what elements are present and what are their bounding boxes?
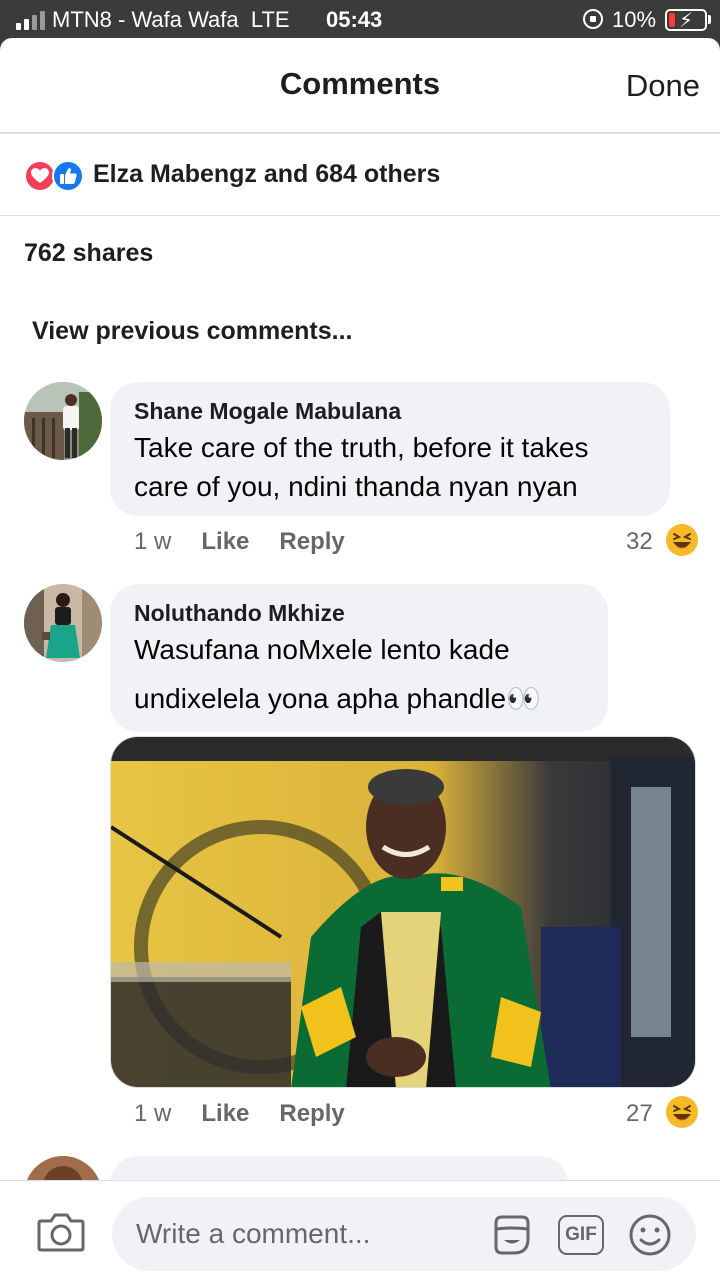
avatar[interactable]: [24, 584, 102, 662]
reaction-count[interactable]: 32: [626, 528, 653, 556]
like-button[interactable]: Like: [201, 1100, 249, 1127]
shares-count[interactable]: 762 shares: [24, 239, 153, 268]
comment-author[interactable]: Shane Mogale Mabulana: [134, 398, 401, 425]
comment-photo[interactable]: [110, 736, 696, 1088]
comment-bubble: Noluthando Mkhize Wasufana noMxele lento…: [110, 584, 608, 732]
comment-text: undixelela yona apha phandle👀: [134, 683, 541, 714]
comment-time: 1 w: [134, 528, 172, 555]
comment-text: Take care of the truth, before it takes: [134, 432, 589, 463]
comments-sheet: Comments Done Elza Mabengz and 684 other…: [0, 38, 720, 1280]
status-bar: MTN8 - Wafa Wafa LTE 05:43 10% ⚡: [0, 0, 720, 40]
reply-button[interactable]: Reply: [279, 528, 344, 555]
laughing-emoji-icon: [666, 524, 698, 556]
reactions-summary[interactable]: Elza Mabengz and 684 others: [0, 136, 720, 216]
like-icon: [52, 160, 84, 192]
comment-actions: 1 w Like Reply: [134, 1100, 345, 1128]
like-button[interactable]: Like: [201, 528, 249, 555]
emoji-icon[interactable]: [628, 1213, 672, 1257]
done-button[interactable]: Done: [626, 68, 700, 104]
reply-button[interactable]: Reply: [279, 1100, 344, 1127]
signal-strength-icon: [16, 10, 45, 30]
reaction-count[interactable]: 27: [626, 1100, 653, 1128]
clock: 05:43: [326, 7, 383, 32]
page-title: Comments: [279, 66, 441, 101]
reactions-summary-text: Elza Mabengz and 684 others: [93, 160, 441, 188]
carrier-label: MTN8 - Wafa Wafa LTE: [52, 7, 290, 32]
comment-bubble: Shane Mogale Mabulana Take care of the t…: [110, 382, 670, 516]
comment-composer: Write a comment... GIF: [0, 1180, 720, 1280]
avatar[interactable]: [24, 382, 102, 460]
camera-icon[interactable]: [37, 1212, 85, 1252]
rotation-lock-icon: [583, 9, 603, 29]
battery-icon: ⚡: [665, 9, 707, 32]
laughing-emoji-icon: [666, 1096, 698, 1128]
battery-percent: 10%: [612, 7, 657, 32]
comment-actions: 1 w Like Reply: [134, 528, 345, 556]
comment-text: care of you, ndini thanda nyan nyan: [134, 471, 578, 502]
comment-input[interactable]: Write a comment... GIF: [112, 1197, 696, 1271]
header: Comments Done: [0, 38, 720, 134]
comment-input-placeholder: Write a comment...: [136, 1218, 371, 1249]
comment-author[interactable]: Noluthando Mkhize: [134, 600, 345, 627]
comment-text: Wasufana noMxele lento kade: [134, 634, 510, 665]
comment-time: 1 w: [134, 1100, 172, 1127]
sticker-icon[interactable]: [490, 1213, 534, 1257]
gif-button[interactable]: GIF: [558, 1215, 604, 1255]
view-previous-comments-link[interactable]: View previous comments...: [32, 317, 352, 346]
